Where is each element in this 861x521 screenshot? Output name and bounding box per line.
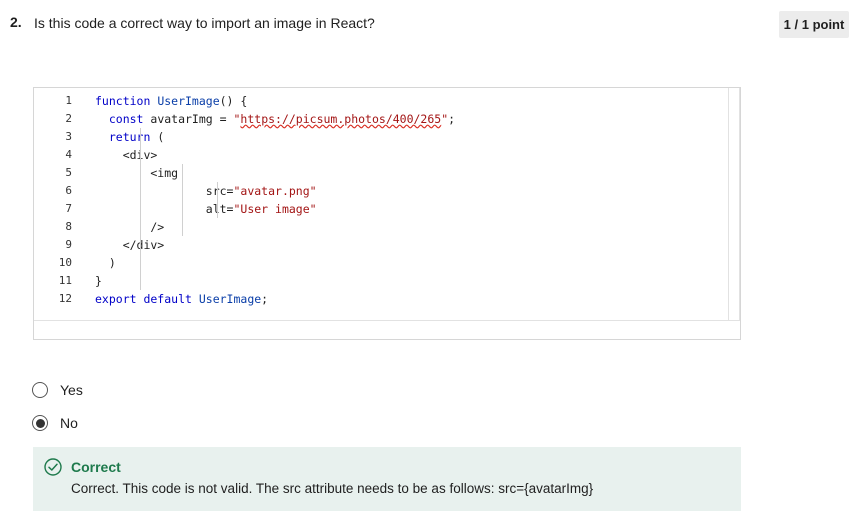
line-number: 2 [65, 112, 72, 125]
line-number: 10 [58, 256, 72, 269]
line-number: 1 [65, 94, 72, 107]
option-yes-label: Yes [60, 382, 83, 398]
code-line: alt="User image" [95, 200, 455, 218]
line-number: 11 [58, 274, 72, 287]
code-token: alt= [95, 202, 234, 216]
indent-guide [140, 146, 141, 236]
line-number: 4 [65, 148, 72, 161]
code-line: </div> [95, 236, 455, 254]
code-token: UserImage [157, 94, 220, 108]
code-token: "User image" [233, 202, 317, 216]
option-no[interactable]: No [32, 415, 78, 431]
code-token: export default [95, 292, 199, 306]
code-line: } [95, 272, 455, 290]
code-token: function [95, 94, 158, 108]
code-token: return [95, 130, 158, 144]
option-no-label: No [60, 415, 78, 431]
feedback-title: Correct [71, 459, 121, 475]
code-line: /> [95, 218, 455, 236]
code-line: function UserImage() { [95, 92, 455, 110]
code-editor[interactable]: 1 2 3 4 5 6 7 8 9 10 11 12 function UserImage() { c… [34, 88, 740, 321]
feedback-panel: Correct Correct. This code is not valid.… [33, 447, 741, 511]
code-token: <div> [95, 148, 158, 162]
code-token: ; [448, 112, 456, 126]
code-token: </div> [95, 238, 165, 252]
code-line: <div> [95, 146, 455, 164]
code-token: ( [157, 130, 165, 144]
line-number-gutter: 1 2 3 4 5 6 7 8 9 10 11 12 [34, 92, 72, 308]
option-yes[interactable]: Yes [32, 382, 83, 398]
code-block: 1 2 3 4 5 6 7 8 9 10 11 12 function UserImage() { c… [33, 87, 741, 340]
code-token: avatarImg = [150, 112, 234, 126]
line-number: 9 [65, 238, 72, 251]
feedback-text: Correct. This code is not valid. The src… [71, 481, 594, 496]
code-line: export default UserImage; [95, 290, 455, 308]
indent-guide [182, 164, 183, 236]
code-token: ) [95, 256, 116, 270]
code-token: src= [95, 184, 234, 198]
code-token: () { [219, 94, 248, 108]
code-token: "avatar.png" [233, 184, 317, 198]
code-token: /> [95, 220, 165, 234]
points-badge: 1 / 1 point [779, 11, 849, 38]
line-number: 6 [65, 184, 72, 197]
line-number: 12 [58, 292, 72, 305]
radio-no[interactable] [32, 415, 48, 431]
question-text: Is this code a correct way to import an … [34, 15, 375, 31]
indent-guide [217, 182, 218, 218]
line-number: 5 [65, 166, 72, 179]
code-line: src="avatar.png" [95, 182, 455, 200]
line-number: 7 [65, 202, 72, 215]
code-line: const avatarImg = "https://picsum.photos… [95, 110, 455, 128]
check-circle-icon [44, 458, 62, 481]
code-token: https://picsum.photos/400/265 [240, 112, 442, 126]
question-number: 2. [10, 14, 22, 30]
code-line: ) [95, 254, 455, 272]
code-token: } [95, 274, 102, 288]
code-token: <img [95, 166, 179, 180]
line-number: 3 [65, 130, 72, 143]
radio-selected-dot [35, 418, 45, 428]
code-token: UserImage [198, 292, 262, 306]
code-token: const [95, 112, 151, 126]
code-line: return ( [95, 128, 455, 146]
radio-yes[interactable] [32, 382, 48, 398]
line-number: 8 [65, 220, 72, 233]
code-token: ; [261, 292, 269, 306]
code-line: <img [95, 164, 455, 182]
code-content: function UserImage() { const avatarImg =… [95, 92, 455, 308]
code-scrollbar[interactable] [728, 88, 739, 321]
